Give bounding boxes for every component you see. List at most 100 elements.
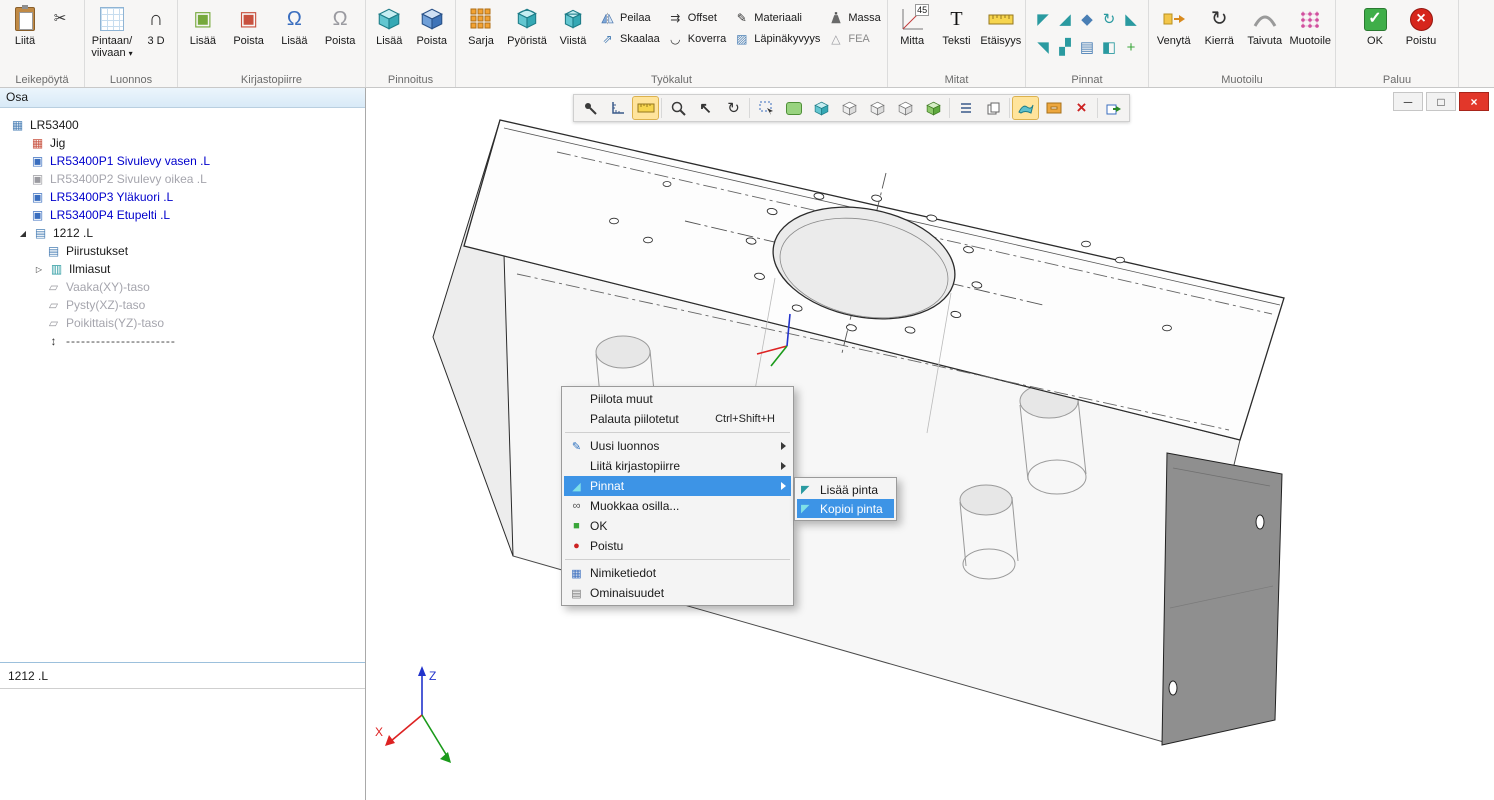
zoom-button[interactable] (665, 97, 690, 119)
paste-button[interactable]: Liitä (2, 3, 48, 69)
toolbar-separator (661, 98, 662, 118)
archive-button[interactable] (1041, 97, 1066, 119)
library-feature-add-button[interactable]: ▣ Lisää (180, 3, 226, 69)
surface-tool-3-icon: ◆ (1081, 10, 1093, 28)
fillet-button[interactable]: Pyöristä (504, 3, 550, 69)
expander-open-icon[interactable]: ◢ (18, 229, 28, 238)
expander-closed-icon[interactable]: ▷ (34, 265, 44, 274)
twist-button[interactable]: ↻ Kierrä (1197, 3, 1243, 69)
library-feature-remove-button[interactable]: ▣ Poista (226, 3, 272, 69)
ribbon-group-kirjastopiirre: ▣ Lisää ▣ Poista Ω Lisää Ω Poista Kirjas… (178, 0, 366, 87)
offset-button[interactable]: ⇉ Offset (668, 10, 727, 26)
tree-item-plane-xz[interactable]: ▱ Pysty(XZ)-taso (0, 296, 365, 314)
tree-item-part3[interactable]: ▣ LR53400P3 Yläkuori .L (0, 188, 365, 206)
section-view-button[interactable] (921, 97, 946, 119)
menu-item-pinnat[interactable]: ◢ Pinnat (564, 476, 791, 496)
menu-item-ominaisuudet[interactable]: ▤ Ominaisuudet (564, 583, 791, 603)
transparent-view-button[interactable] (893, 97, 918, 119)
surface-mode-button[interactable] (1013, 97, 1038, 119)
menu-item-palauta-piilotetut[interactable]: Palauta piilotetut Ctrl+Shift+H (564, 409, 791, 429)
tree-item-jig[interactable]: ▦ Jig (0, 134, 365, 152)
library-slot-add-button[interactable]: Ω Lisää (272, 3, 318, 69)
minimize-button[interactable]: ─ (1393, 92, 1423, 111)
feature-list-button[interactable] (953, 97, 978, 119)
pin-button[interactable] (577, 97, 602, 119)
tree-item-plane-yz[interactable]: ▱ Poikittais(YZ)-taso (0, 314, 365, 332)
wireframe-view-button[interactable] (837, 97, 862, 119)
tree-item-part2[interactable]: ▣ LR53400P2 Sivulevy oikea .L (0, 170, 365, 188)
sketch-3d-button[interactable]: ∩ 3 D (137, 3, 175, 69)
tree-item-drawings[interactable]: ▤ Piirustukset (0, 242, 365, 260)
menu-item-muokkaa-osilla[interactable]: ∞ Muokkaa osilla... (564, 496, 791, 516)
axis-x-label: X (375, 725, 383, 739)
ok-button[interactable]: ✓ OK (1352, 3, 1398, 69)
surface-tool-9-button[interactable]: ◧ (1098, 35, 1120, 59)
surface-tool-8-button[interactable]: ▤ (1076, 35, 1098, 59)
tree-item-root[interactable]: ▦ LR53400 (0, 116, 365, 134)
model-viewport[interactable]: Z X ↖ ↻ × ─ □ × (367, 88, 1494, 800)
tree-item-plane-xy[interactable]: ▱ Vaaka(XY)-taso (0, 278, 365, 296)
restore-button[interactable]: □ (1426, 92, 1456, 111)
menu-item-ok[interactable]: ■ OK (564, 516, 791, 536)
delete-button[interactable]: × (1069, 97, 1094, 119)
tree-item-configs[interactable]: ▷ ▥ Ilmiasut (0, 260, 365, 278)
cut-button[interactable]: ✂ (48, 7, 72, 29)
assembly-icon: ▦ (10, 119, 25, 131)
export-view-button[interactable] (1101, 97, 1126, 119)
tree-item-axis[interactable]: ↕ ---------------------- (0, 332, 365, 350)
chamfer-button[interactable]: Viistä (550, 3, 596, 69)
surface-tool-2-button[interactable]: ◢ (1054, 7, 1076, 31)
3d-model-canvas[interactable]: Z X (367, 88, 1494, 800)
menu-item-uusi-luonnos[interactable]: ✎ Uusi luonnos (564, 436, 791, 456)
exit-button[interactable]: × Poistu (1398, 3, 1444, 69)
surface-tool-5-button[interactable]: ◣ (1120, 7, 1142, 31)
surface-tool-7-button[interactable]: ▞ (1054, 35, 1076, 59)
text-button[interactable]: T Teksti (934, 3, 978, 69)
mirror-button[interactable]: Peilaa (600, 10, 660, 26)
rotate-view-button[interactable]: ↻ (721, 97, 746, 119)
tree-item-part4[interactable]: ▣ LR53400P4 Etupelti .L (0, 206, 365, 224)
stretch-button[interactable]: Venytä (1151, 3, 1197, 69)
tree-item-1212[interactable]: ◢ ▤ 1212 .L (0, 224, 365, 242)
fea-button[interactable]: △ FEA (828, 31, 880, 47)
surface-tool-5-icon: ◣ (1125, 10, 1137, 28)
surface-tool-9-icon: ◧ (1102, 38, 1116, 56)
freeform-button[interactable]: Muotoile (1288, 3, 1334, 69)
submenu-item-lisaa-pinta[interactable]: ◤ Lisää pinta (797, 480, 894, 499)
pan-button[interactable]: ↖ (693, 97, 718, 119)
box-select-button[interactable] (753, 97, 778, 119)
menu-item-liita-kirjastopiirre[interactable]: Liitä kirjastopiirre (564, 456, 791, 476)
face-shading-button[interactable] (781, 97, 806, 119)
transparency-button[interactable]: ▨ Läpinäkyvyys (734, 31, 820, 47)
distance-button[interactable]: Etäisyys (979, 3, 1023, 69)
menu-item-piilota-muut[interactable]: Piilota muut (564, 389, 791, 409)
surface-tool-3-button[interactable]: ◆ (1076, 7, 1098, 31)
hidden-line-view-button[interactable] (865, 97, 890, 119)
tree-item-part1[interactable]: ▣ LR53400P1 Sivulevy vasen .L (0, 152, 365, 170)
mass-button[interactable]: Massa (828, 10, 880, 26)
material-button[interactable]: ✎ Materiaali (734, 10, 820, 26)
box-select-icon (758, 100, 774, 116)
pattern-button[interactable]: Sarja (458, 3, 504, 69)
coating-remove-button[interactable]: Poista (411, 3, 454, 69)
submenu-item-kopioi-pinta[interactable]: ◤ Kopioi pinta (797, 499, 894, 518)
close-button[interactable]: × (1459, 92, 1489, 111)
surface-tool-10-button[interactable]: + (1120, 35, 1142, 59)
surface-tool-1-button[interactable]: ◤ (1032, 7, 1054, 31)
measure-button[interactable] (633, 97, 658, 119)
stretch-icon (1159, 5, 1189, 33)
hollow-button[interactable]: ◡ Koverra (668, 31, 727, 47)
shaded-view-button[interactable] (809, 97, 834, 119)
bend-button[interactable]: Taivuta (1242, 3, 1288, 69)
copy-view-button[interactable] (981, 97, 1006, 119)
surface-tool-6-button[interactable]: ◥ (1032, 35, 1054, 59)
sketch-on-face-button[interactable]: Pintaan/ viivaan ▾ (87, 3, 137, 69)
menu-item-nimiketiedot[interactable]: ▦ Nimiketiedot (564, 563, 791, 583)
library-slot-remove-button[interactable]: Ω Poista (317, 3, 363, 69)
coating-add-button[interactable]: Lisää (368, 3, 411, 69)
coordinate-measure-button[interactable] (605, 97, 630, 119)
menu-item-poistu[interactable]: ● Poistu (564, 536, 791, 556)
scale-button[interactable]: ⇗ Skaalaa (600, 31, 660, 47)
surface-tool-4-button[interactable]: ↻ (1098, 7, 1120, 31)
dimension-button[interactable]: 45 Mitta (890, 3, 934, 69)
